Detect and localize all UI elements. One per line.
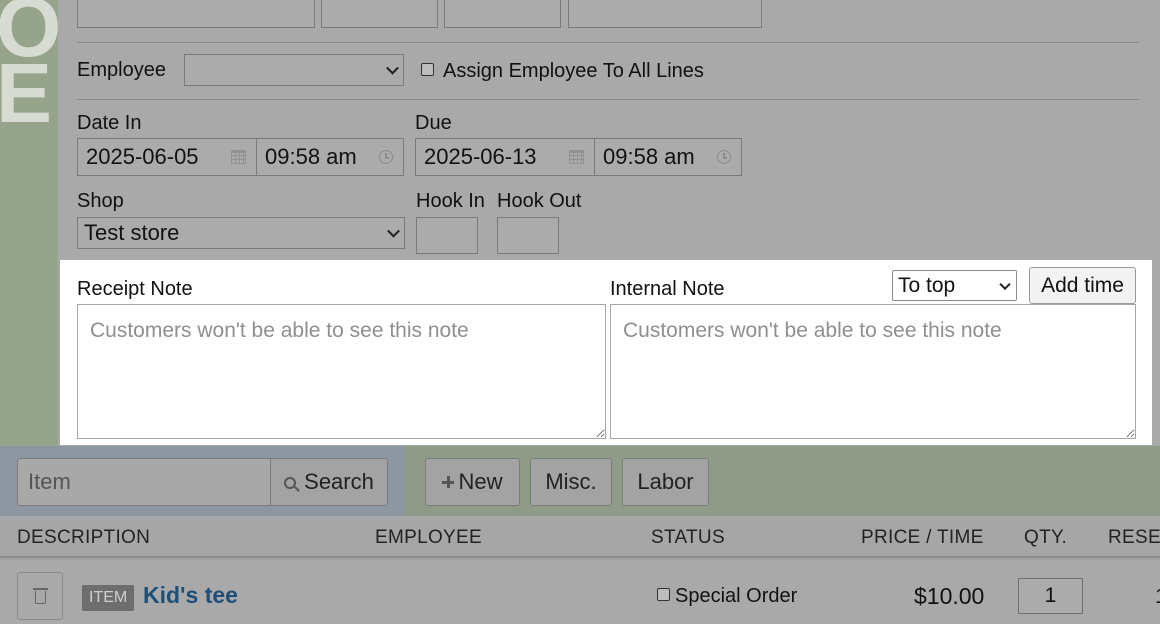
new-button-label: New [458, 469, 503, 494]
side-strip: OE [0, 0, 58, 446]
date-in-label: Date In [77, 112, 142, 134]
hook-in-input[interactable] [416, 217, 478, 254]
line-items-header: DESCRIPTION EMPLOYEE STATUS PRICE / TIME… [0, 516, 1160, 558]
assign-all-checkbox[interactable] [421, 63, 434, 76]
divider [77, 42, 1139, 43]
misc-button[interactable]: Misc. [530, 458, 612, 506]
reserve-value: 1 [1155, 585, 1160, 609]
item-name-link[interactable]: Kid's tee [143, 582, 238, 609]
top-field-3[interactable] [444, 0, 561, 28]
hook-in-label: Hook In [416, 190, 485, 212]
column-header-price-time: PRICE / TIME [861, 527, 984, 548]
note-position-select[interactable]: To top [892, 270, 1017, 301]
due-date-value: 2025-06-13 [424, 144, 537, 169]
divider [77, 99, 1139, 100]
delete-line-button[interactable] [17, 572, 63, 620]
chevron-down-icon [386, 61, 399, 75]
side-strip-decoration: OE [0, 0, 58, 140]
shop-select-value: Test store [84, 220, 180, 245]
assign-all-label: Assign Employee To All Lines [443, 60, 704, 82]
item-search-placeholder: Item [28, 469, 71, 494]
calendar-icon[interactable] [231, 150, 246, 164]
top-field-1[interactable] [77, 0, 315, 28]
plus-icon [442, 476, 455, 488]
date-in-input[interactable]: 2025-06-05 [77, 138, 257, 176]
trash-icon [33, 588, 48, 604]
chevron-down-icon [999, 278, 1011, 290]
add-time-button[interactable]: Add time [1029, 267, 1136, 304]
time-in-input[interactable]: 09:58 am [256, 138, 404, 176]
table-row: ITEM Kid's tee Special Order $10.00 1 1 [0, 560, 1160, 624]
item-search-input[interactable]: Item [17, 458, 271, 506]
column-header-status: STATUS [651, 527, 725, 548]
shop-select[interactable]: Test store [77, 217, 405, 249]
shop-label: Shop [77, 190, 124, 212]
date-in-value: 2025-06-05 [86, 144, 199, 169]
clock-icon[interactable] [379, 150, 393, 164]
internal-note-textarea[interactable] [610, 304, 1136, 439]
due-time-input[interactable]: 09:58 am [594, 138, 742, 176]
line-price: $10.00 [914, 583, 985, 609]
chevron-down-icon [387, 224, 400, 238]
column-header-employee: EMPLOYEE [375, 527, 482, 548]
receipt-note-label: Receipt Note [77, 278, 193, 300]
clock-icon[interactable] [717, 150, 731, 164]
new-item-button[interactable]: New [425, 458, 520, 506]
labor-button[interactable]: Labor [622, 458, 709, 506]
internal-note-label: Internal Note [610, 278, 725, 300]
top-field-2[interactable] [321, 0, 438, 28]
hook-out-label: Hook Out [497, 190, 582, 212]
special-order-checkbox[interactable] [657, 588, 670, 601]
time-in-value: 09:58 am [265, 144, 357, 169]
employee-label: Employee [77, 59, 166, 81]
hook-out-input[interactable] [497, 217, 559, 254]
employee-select[interactable] [184, 54, 404, 86]
column-header-reserve: RESER [1108, 527, 1160, 548]
search-button[interactable]: Search [270, 458, 388, 506]
due-label: Due [415, 112, 452, 134]
column-header-description: DESCRIPTION [17, 527, 151, 548]
search-icon [284, 477, 297, 489]
column-header-qty: QTY. [1024, 527, 1068, 548]
receipt-note-textarea[interactable] [77, 304, 606, 439]
calendar-icon[interactable] [569, 150, 584, 164]
due-date-input[interactable]: 2025-06-13 [415, 138, 595, 176]
item-type-badge: ITEM [82, 585, 135, 611]
note-position-value: To top [898, 273, 956, 297]
top-field-4[interactable] [568, 0, 762, 28]
special-order-label: Special Order [675, 585, 798, 607]
quantity-input[interactable]: 1 [1018, 578, 1083, 614]
due-time-value: 09:58 am [603, 144, 695, 169]
search-button-label: Search [304, 469, 374, 494]
